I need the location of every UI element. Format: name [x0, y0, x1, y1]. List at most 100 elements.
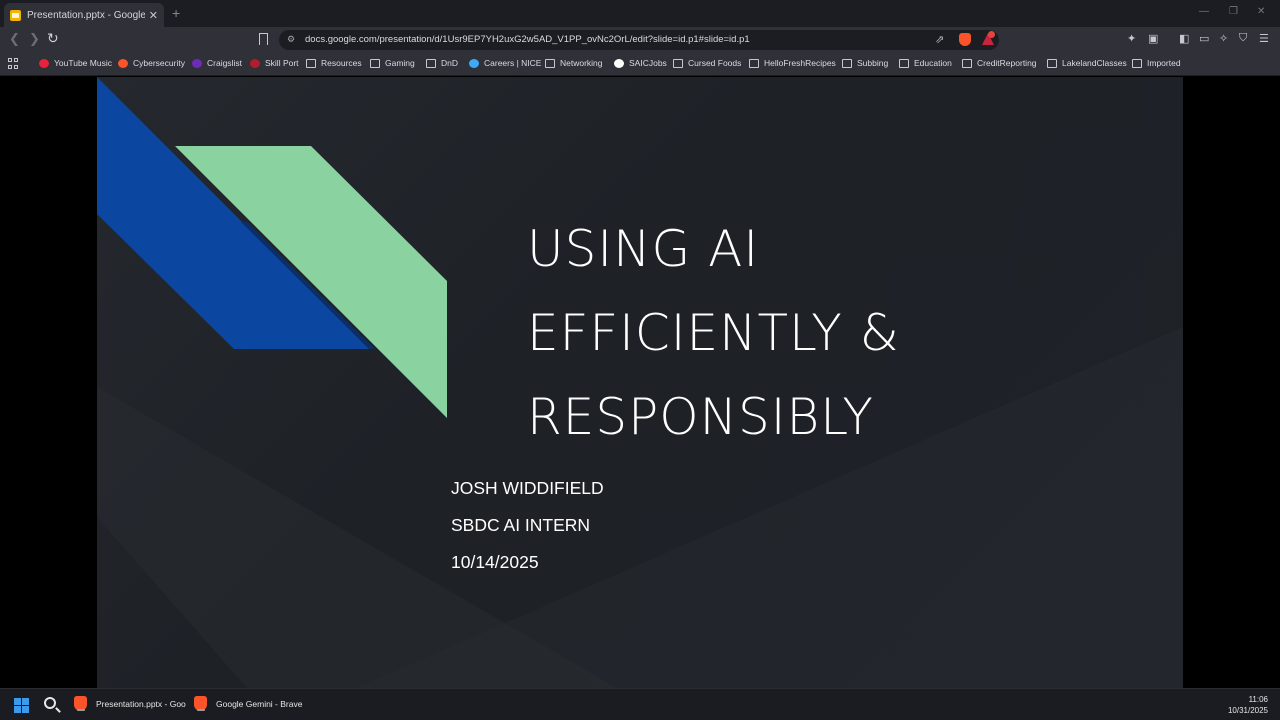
- tab-title: Presentation.pptx - Google Slides: [27, 9, 145, 21]
- folder-icon: [426, 58, 436, 68]
- slide-subtitle: JOSH WIDDIFIELD SBDC AI INTERN 10/14/202…: [451, 478, 604, 589]
- windows-taskbar: Presentation.pptx - Goo Google Gemini - …: [0, 688, 1280, 720]
- windows-start-icon[interactable]: [14, 698, 29, 713]
- bookmark-item[interactable]: DnD: [426, 58, 458, 68]
- bookmark-label: Gaming: [385, 58, 415, 68]
- folder-icon: [1132, 58, 1142, 68]
- clock-date: 10/31/2025: [1227, 706, 1268, 715]
- back-icon[interactable]: ❮: [9, 31, 20, 47]
- wallet-icon[interactable]: ▣: [1148, 32, 1158, 45]
- slide[interactable]: USING AI EFFICIENTLY & RESPONSIBLY JOSH …: [97, 77, 1183, 688]
- bookmark-label: DnD: [441, 58, 459, 68]
- nice-icon: [469, 58, 479, 68]
- url-text[interactable]: docs.google.com/presentation/d/1Usr9EP7Y…: [305, 34, 750, 45]
- bookmark-label: Subbing: [857, 58, 889, 68]
- restore-icon[interactable]: ❐: [1229, 6, 1238, 17]
- active-indicator: [197, 709, 205, 711]
- bookmark-item[interactable]: Cybersecurity: [118, 58, 185, 68]
- wallet-card-icon[interactable]: ▭: [1199, 32, 1209, 45]
- google-slides-icon: [10, 9, 21, 21]
- folder-icon: [370, 58, 380, 68]
- youtube-music-icon: [39, 58, 49, 68]
- bookmark-label: Cursed Foods: [688, 58, 742, 68]
- bookmark-item[interactable]: Cursed Foods: [673, 58, 741, 68]
- bookmark-item[interactable]: Skill Port: [250, 58, 299, 68]
- bookmark-item[interactable]: HelloFreshRecipes: [749, 58, 836, 68]
- new-tab-button[interactable]: +: [172, 5, 180, 21]
- presentation-date: 10/14/2025: [451, 552, 539, 572]
- skillport-icon: [250, 58, 260, 68]
- bookmark-label: Careers | NICE: [484, 58, 542, 68]
- taskbar-item-label: Presentation.pptx - Goo: [96, 698, 186, 709]
- vpn-icon[interactable]: ⛉: [1239, 32, 1247, 45]
- presenter-name: JOSH WIDDIFIELD: [451, 478, 604, 498]
- slide-title: USING AI EFFICIENTLY & RESPONSIBLY: [527, 207, 1047, 459]
- bookmark-page-icon[interactable]: [259, 33, 268, 45]
- leo-ai-icon[interactable]: ✧: [1219, 32, 1228, 45]
- presenter-role: SBDC AI INTERN: [451, 515, 591, 535]
- folder-icon: [545, 58, 555, 68]
- saic-icon: [614, 58, 624, 68]
- presentation-viewport: USING AI EFFICIENTLY & RESPONSIBLY JOSH …: [0, 77, 1280, 688]
- folder-icon: [673, 58, 683, 68]
- bookmark-item[interactable]: Imported: [1132, 58, 1181, 68]
- bookmark-item[interactable]: Networking: [545, 58, 603, 68]
- folder-icon: [962, 58, 972, 68]
- taskbar-item-label: Google Gemini - Brave: [216, 698, 303, 709]
- folder-icon: [899, 58, 909, 68]
- tab-close-icon[interactable]: ✕: [149, 9, 158, 22]
- bookmark-label: Education: [914, 58, 952, 68]
- folder-icon: [306, 58, 316, 68]
- active-indicator: [77, 709, 85, 711]
- share-icon[interactable]: ⇗: [935, 33, 944, 46]
- title-line: EFFICIENTLY &: [527, 304, 900, 362]
- bookmark-label: Resources: [321, 58, 362, 68]
- folder-icon: [1047, 58, 1057, 68]
- close-window-icon[interactable]: ✕: [1257, 6, 1265, 17]
- reload-icon[interactable]: ↻: [47, 30, 59, 47]
- system-clock[interactable]: 11:06 10/31/2025: [1228, 694, 1268, 716]
- taskbar-item-gemini[interactable]: Google Gemini - Brave: [194, 696, 302, 711]
- tab-bar: Presentation.pptx - Google Slides ✕ + ― …: [0, 0, 1280, 27]
- bookmark-item[interactable]: Gaming: [370, 58, 415, 68]
- extensions-icon[interactable]: ✦: [1127, 32, 1136, 45]
- navigation-toolbar: ❮ ❯ ↻ ⚙ docs.google.com/presentation/d/1…: [0, 27, 1280, 52]
- taskbar-item-presentation[interactable]: Presentation.pptx - Goo: [74, 696, 186, 711]
- bookmark-item[interactable]: Education: [899, 58, 952, 68]
- bookmark-label: LakelandClasses: [1062, 58, 1127, 68]
- bookmark-label: Craigslist: [207, 58, 242, 68]
- title-line: RESPONSIBLY: [527, 388, 874, 446]
- bookmark-item[interactable]: YouTube Music: [39, 58, 112, 68]
- tab-presentation[interactable]: Presentation.pptx - Google Slides ✕: [4, 3, 164, 27]
- folder-icon: [749, 58, 759, 68]
- bookmark-label: CreditReporting: [977, 58, 1037, 68]
- bookmarks-bar: YouTube Music Cybersecurity Craigslist Skil…: [0, 52, 1280, 76]
- brave-icon: [118, 58, 128, 68]
- forward-icon[interactable]: ❯: [29, 31, 40, 47]
- bookmark-item[interactable]: LakelandClasses: [1047, 58, 1127, 68]
- bookmark-label: Skill Port: [265, 58, 299, 68]
- bookmark-item[interactable]: SAICJobs: [614, 58, 667, 68]
- bookmark-label: SAICJobs: [629, 58, 667, 68]
- bookmark-label: YouTube Music: [54, 58, 112, 68]
- bookmark-label: Cybersecurity: [133, 58, 185, 68]
- bookmark-item[interactable]: CreditReporting: [962, 58, 1037, 68]
- brave-shields-icon[interactable]: [959, 33, 971, 46]
- folder-icon: [842, 58, 852, 68]
- menu-icon[interactable]: ☰: [1259, 32, 1269, 45]
- search-icon[interactable]: [44, 697, 56, 709]
- address-bar[interactable]: ⚙ docs.google.com/presentation/d/1Usr9EP…: [279, 30, 999, 50]
- apps-grid-icon[interactable]: [8, 58, 19, 69]
- bookmark-label: Networking: [560, 58, 603, 68]
- bookmark-label: Imported: [1147, 58, 1181, 68]
- site-info-icon[interactable]: ⚙: [287, 34, 295, 45]
- bookmark-item[interactable]: Subbing: [842, 58, 888, 68]
- bookmark-item[interactable]: Careers | NICE: [469, 58, 541, 68]
- bookmark-label: HelloFreshRecipes: [764, 58, 836, 68]
- sidebar-icon[interactable]: ◧: [1179, 32, 1189, 45]
- title-line: USING AI: [527, 220, 760, 278]
- notification-badge: [988, 31, 995, 38]
- bookmark-item[interactable]: Craigslist: [192, 58, 242, 68]
- minimize-icon[interactable]: ―: [1199, 6, 1209, 17]
- bookmark-item[interactable]: Resources: [306, 58, 362, 68]
